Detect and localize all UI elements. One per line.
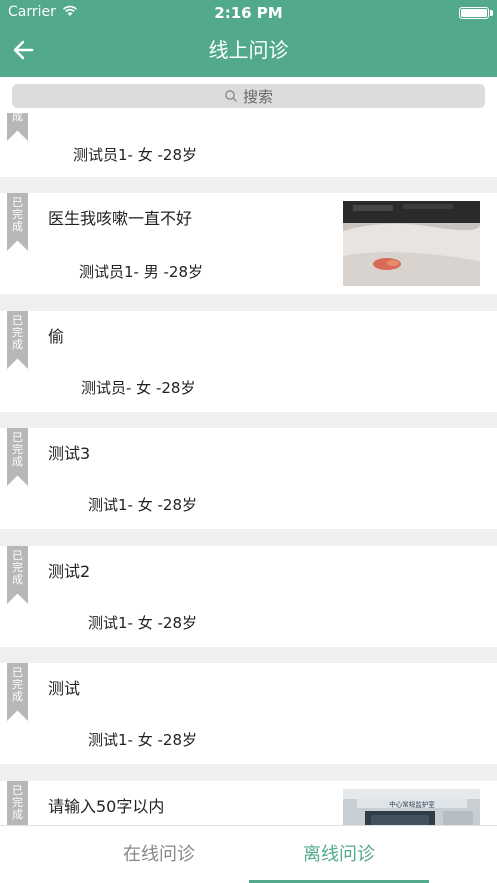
consultation-list[interactable]: 已完成 测试员1- 女 -28岁 已完成 医生我咳嗽一直不好 测试员1- 男 -…: [0, 113, 497, 825]
patient-info: 测试员1- 女 -28岁: [73, 146, 197, 164]
patient-info: 测试1- 女 -28岁: [88, 614, 197, 632]
search-icon: [225, 90, 238, 103]
completed-badge: 已完成: [7, 311, 28, 369]
item-title: 测试3: [48, 444, 91, 463]
bottom-tab-bar: 在线问诊 离线问诊: [0, 825, 497, 883]
list-item[interactable]: 已完成 偷 测试员- 女 -28岁: [0, 311, 497, 412]
list-item[interactable]: 已完成 测试2 测试1- 女 -28岁: [0, 546, 497, 647]
battery-cap: [490, 10, 493, 16]
battery-icon: [459, 7, 489, 19]
badge-text: 已完成: [12, 196, 23, 233]
completed-badge: 已完成: [7, 546, 28, 604]
item-title: 医生我咳嗽一直不好: [48, 209, 193, 228]
back-arrow-icon[interactable]: [10, 36, 38, 64]
badge-text: 已完成: [12, 784, 23, 821]
badge-text: 已完成: [12, 549, 23, 586]
list-item[interactable]: 已完成 测试员1- 女 -28岁: [0, 113, 497, 177]
completed-badge: 已完成: [7, 428, 28, 486]
completed-badge: 已完成: [7, 781, 28, 825]
item-title: 请输入50字以内: [48, 797, 165, 816]
completed-badge: 已完成: [7, 193, 28, 251]
search-placeholder: 搜索: [242, 87, 273, 106]
list-item[interactable]: 已完成 请输入50字以内 中心常规监护室: [0, 781, 497, 825]
item-thumbnail[interactable]: 中心常规监护室: [343, 789, 480, 825]
patient-info: 测试员- 女 -28岁: [81, 379, 196, 397]
header: Carrier 2:16 PM 线上问诊: [0, 0, 497, 77]
patient-info: 测试1- 女 -28岁: [88, 731, 197, 749]
completed-badge: 已完成: [7, 113, 28, 141]
tab-offline-consultation[interactable]: 离线问诊: [249, 826, 429, 883]
list-item[interactable]: 已完成 测试 测试1- 女 -28岁: [0, 663, 497, 764]
badge-text: 已完成: [12, 314, 23, 351]
app-root: Carrier 2:16 PM 线上问诊 搜索 已完成: [0, 0, 497, 883]
badge-text: 已完成: [12, 431, 23, 468]
page-title: 线上问诊: [208, 38, 289, 62]
clock: 2:16 PM: [214, 4, 283, 22]
item-title: 测试2: [48, 562, 91, 581]
badge-text: 已完成: [12, 666, 23, 703]
completed-badge: 已完成: [7, 663, 28, 721]
search-bar[interactable]: 搜索: [12, 84, 485, 108]
list-item[interactable]: 已完成 医生我咳嗽一直不好 测试员1- 男 -28岁: [0, 193, 497, 294]
list-item[interactable]: 已完成 测试3 测试1- 女 -28岁: [0, 428, 497, 529]
thumbnail-caption: 中心常规监护室: [389, 800, 435, 809]
item-title: 测试: [48, 679, 81, 698]
tab-online-consultation[interactable]: 在线问诊: [35, 826, 283, 883]
item-title: 偷: [48, 327, 65, 346]
search-container: 搜索: [0, 77, 497, 113]
badge-text: 已完成: [12, 113, 23, 123]
item-thumbnail[interactable]: [343, 201, 480, 286]
patient-info: 测试员1- 男 -28岁: [79, 263, 203, 281]
status-bar: Carrier 2:16 PM: [0, 0, 497, 26]
patient-info: 测试1- 女 -28岁: [88, 496, 197, 514]
